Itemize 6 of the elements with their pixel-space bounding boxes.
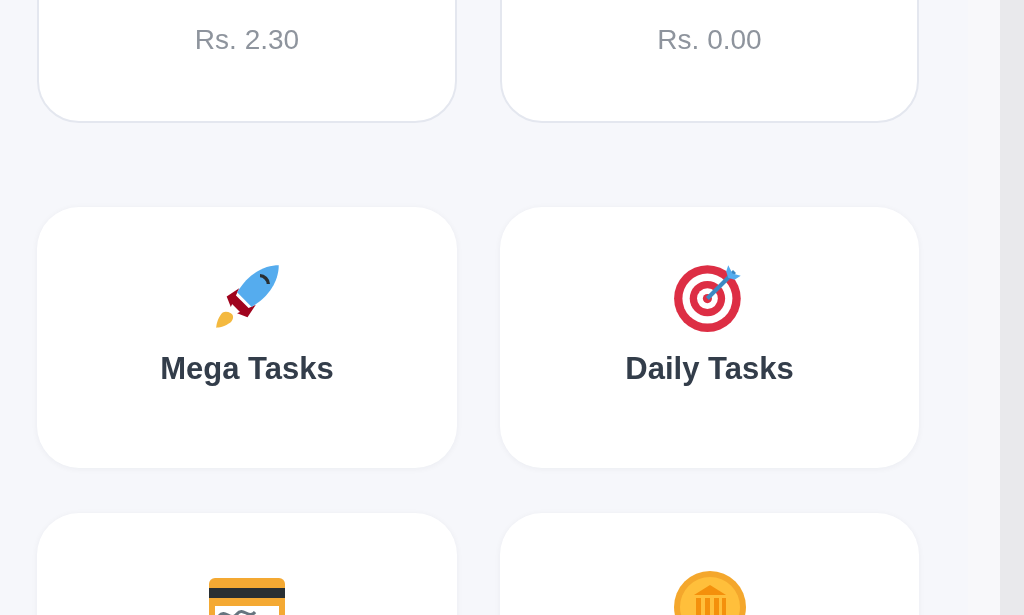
balance-amount: Rs. 0.00 — [657, 23, 762, 57]
task-card[interactable]: Mega Tasks — [37, 207, 457, 468]
balance-amount: Rs. 2.30 — [194, 23, 300, 57]
task-card[interactable]: Daily Tasks — [500, 207, 919, 468]
task-label: Mega Tasks — [160, 350, 334, 388]
task-label: Daily Tasks — [625, 350, 794, 388]
